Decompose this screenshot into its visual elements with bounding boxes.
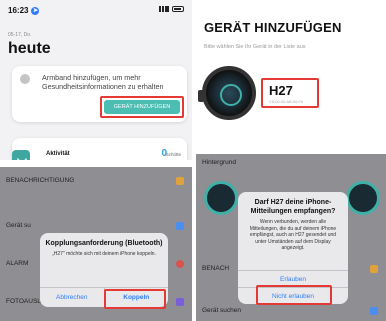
home-screen-panel: 16:23 ➤ 05-17, Do. heute Armband hinzufü… (0, 0, 192, 160)
status-icons (159, 6, 184, 12)
cancel-button[interactable]: Abbrechen (40, 288, 104, 307)
add-device-title: GERÄT HINZUFÜGEN (204, 20, 342, 35)
add-device-card: Armband hinzufügen, um mehr Gesundheitsi… (12, 66, 187, 122)
highlight-box (104, 289, 166, 309)
pairing-panel: BENACHRICHTIGUNG Gerät su ALARM FOTOAUSL… (0, 167, 192, 321)
activity-card[interactable]: Aktivität 0 Schritte (12, 138, 187, 160)
page-title: heute (8, 40, 51, 57)
dialog-title: Darf H27 deine iPhone-Mitteilungen empfa… (250, 199, 336, 215)
steps-unit: Schritte (165, 152, 181, 157)
search-icon (176, 222, 184, 230)
search-icon (370, 307, 378, 315)
row-label: BENACH (202, 265, 230, 272)
highlight-box (100, 96, 184, 118)
status-time: 16:23 ➤ (8, 6, 40, 15)
notification-icon (176, 177, 184, 185)
signal-icon (159, 6, 169, 12)
add-device-text: Armband hinzufügen, um mehr Gesundheitsi… (42, 73, 164, 91)
activity-icon (12, 150, 30, 160)
dialog-message: „H27" möchte sich mit deinem iPhone kopp… (52, 251, 156, 257)
link-icon (20, 74, 30, 84)
device-mac: C8:00:00:AB:00:F8 (269, 99, 304, 104)
watchface-thumb[interactable] (204, 181, 238, 215)
dialog-title: Kopplungsanforderung (Bluetooth) (45, 240, 163, 247)
alarm-icon (176, 260, 184, 268)
clock: 16:23 (8, 6, 29, 15)
activity-label: Aktivität (46, 151, 70, 157)
camera-icon (176, 298, 184, 306)
notifications-permission-panel: Hintergrund Darf H27 deine iPhone-Mittei… (196, 154, 386, 321)
smartwatch-image (198, 66, 256, 120)
device-name: H27 (269, 83, 293, 98)
highlight-box (256, 285, 332, 305)
row-label: ALARM (6, 260, 29, 267)
row-label: Gerät su (6, 222, 31, 229)
section-label: Hintergrund (202, 159, 236, 166)
add-device-subtitle: Bitte wählen Sie Ihr Gerät in der Liste … (204, 44, 306, 50)
location-icon: ➤ (31, 6, 40, 15)
device-list-item[interactable]: H27 C8:00:00:AB:00:F8 (261, 78, 319, 108)
add-device-panel: GERÄT HINZUFÜGEN Bitte wählen Sie Ihr Ge… (196, 0, 386, 160)
screenshot-grid: 16:23 ➤ 05-17, Do. heute Armband hinzufü… (0, 0, 386, 321)
dialog-message: Wenn verbunden, werden alle Mitteilungen… (249, 219, 337, 251)
row-label: BENACHRICHTIGUNG (6, 177, 75, 184)
battery-icon (172, 6, 184, 12)
date-label: 05-17, Do. (8, 32, 32, 38)
notification-icon (370, 265, 378, 273)
row-label: Gerät suchen (202, 307, 242, 314)
watchface-thumb[interactable] (346, 181, 380, 215)
